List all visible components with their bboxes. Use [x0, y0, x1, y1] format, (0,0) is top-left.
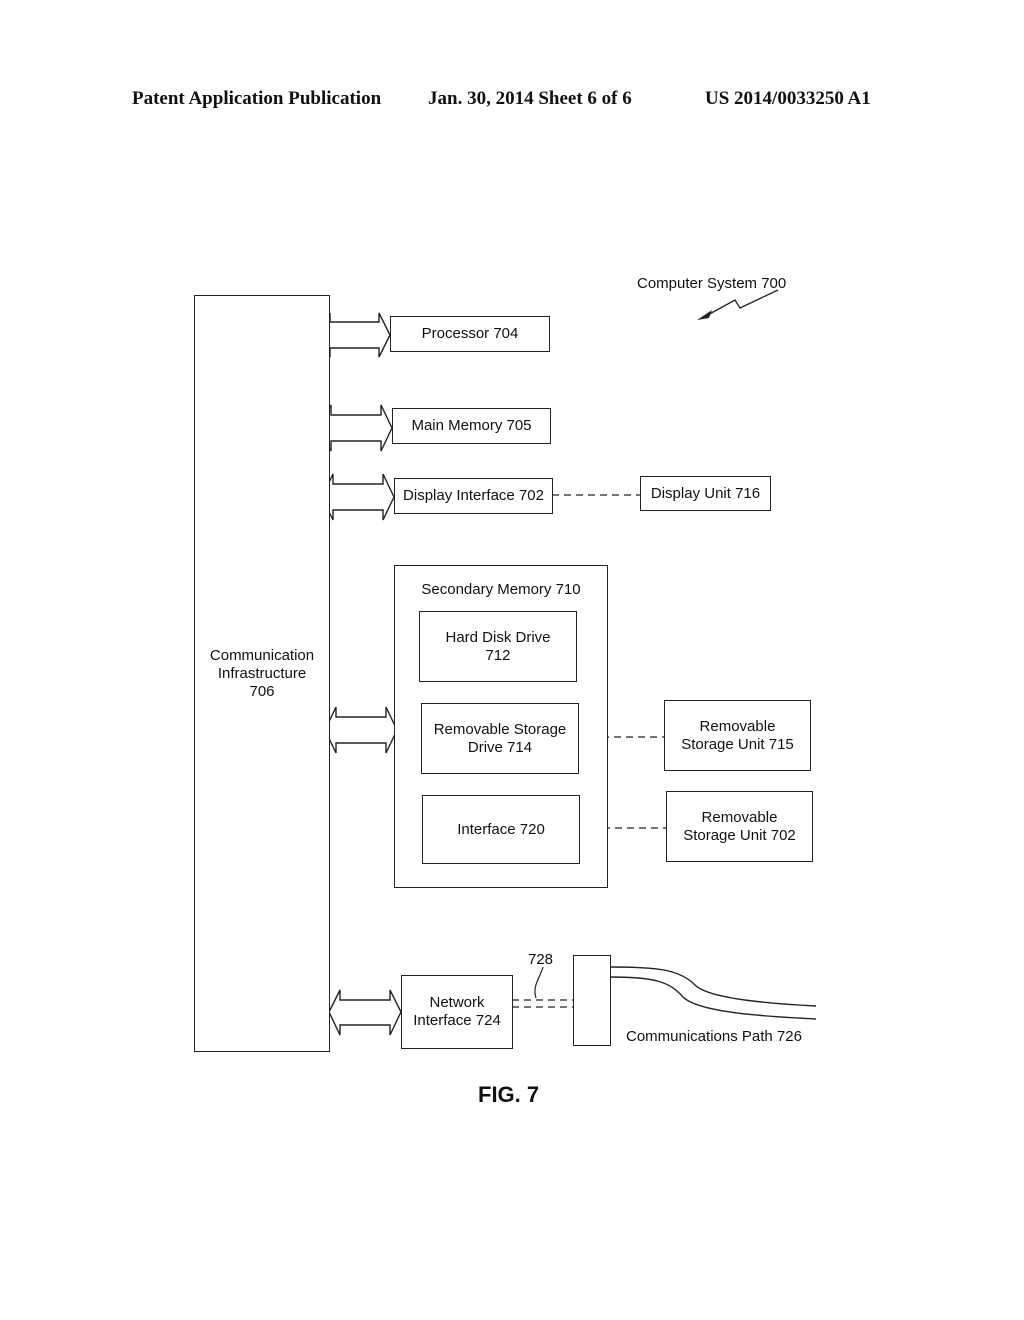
- hard-disk-drive-box: Hard Disk Drive 712: [419, 611, 577, 682]
- comm-infra-line-3: 706: [249, 682, 275, 700]
- bus-arrow-network-interface: [328, 989, 402, 1036]
- network-interface-line-2: Interface 724: [413, 1012, 501, 1029]
- comm-path-cable-bottom: [610, 976, 817, 1020]
- bus-arrow-main-memory: [319, 404, 393, 452]
- comm-infra-line-1: Communication: [209, 646, 315, 664]
- processor-label: Processor 704: [421, 325, 519, 342]
- channel-leader: [534, 966, 544, 999]
- main-memory-box: Main Memory 705: [392, 408, 551, 444]
- main-memory-label: Main Memory 705: [411, 417, 532, 434]
- unit-715-line-1: Removable: [699, 717, 776, 735]
- computer-system-label: Computer System 700: [637, 275, 787, 292]
- removable-storage-drive-box: Removable Storage Drive 714: [421, 703, 579, 774]
- display-interface-box: Display Interface 702: [394, 478, 553, 514]
- system-pointer-arrowhead: [697, 310, 712, 320]
- removable-drive-line-2: Drive 714: [467, 738, 533, 756]
- bus-arrow-display-interface: [321, 473, 395, 521]
- display-interface-label: Display Interface 702: [403, 487, 544, 504]
- network-interface-box: Network Interface 724: [401, 975, 513, 1049]
- secondary-memory-label: Secondary Memory 710: [421, 581, 581, 598]
- display-unit-label: Display Unit 716: [650, 484, 761, 502]
- removable-storage-unit-715-box: Removable Storage Unit 715: [664, 700, 811, 771]
- processor-box: Processor 704: [390, 316, 550, 352]
- unit-702-line-2: Storage Unit 702: [683, 826, 796, 844]
- bus-arrow-secondary-memory: [324, 706, 398, 754]
- unit-702-line-1: Removable: [701, 808, 778, 826]
- hard-disk-line-2: 712: [485, 646, 511, 664]
- communications-path-label: Communications Path 726: [626, 1028, 802, 1045]
- interface-box: Interface 720: [422, 795, 580, 864]
- channel-label: 728: [528, 951, 554, 968]
- comm-infra-line-2: Infrastructure: [217, 664, 307, 682]
- comm-path-terminal: [573, 955, 611, 1046]
- removable-storage-unit-702-box: Removable Storage Unit 702: [666, 791, 813, 862]
- display-unit-box: Display Unit 716: [640, 476, 771, 511]
- interface-label: Interface 720: [457, 820, 545, 838]
- comm-path-cable-top: [610, 966, 817, 1007]
- network-interface-line-1: Network: [429, 994, 485, 1011]
- unit-715-line-2: Storage Unit 715: [681, 735, 794, 753]
- figure-title: FIG. 7: [478, 1082, 540, 1107]
- removable-drive-line-1: Removable Storage: [433, 720, 567, 738]
- hard-disk-line-1: Hard Disk Drive: [445, 628, 551, 646]
- communication-infrastructure-box: Communication Infrastructure 706: [194, 295, 330, 1052]
- system-pointer-line: [705, 289, 779, 317]
